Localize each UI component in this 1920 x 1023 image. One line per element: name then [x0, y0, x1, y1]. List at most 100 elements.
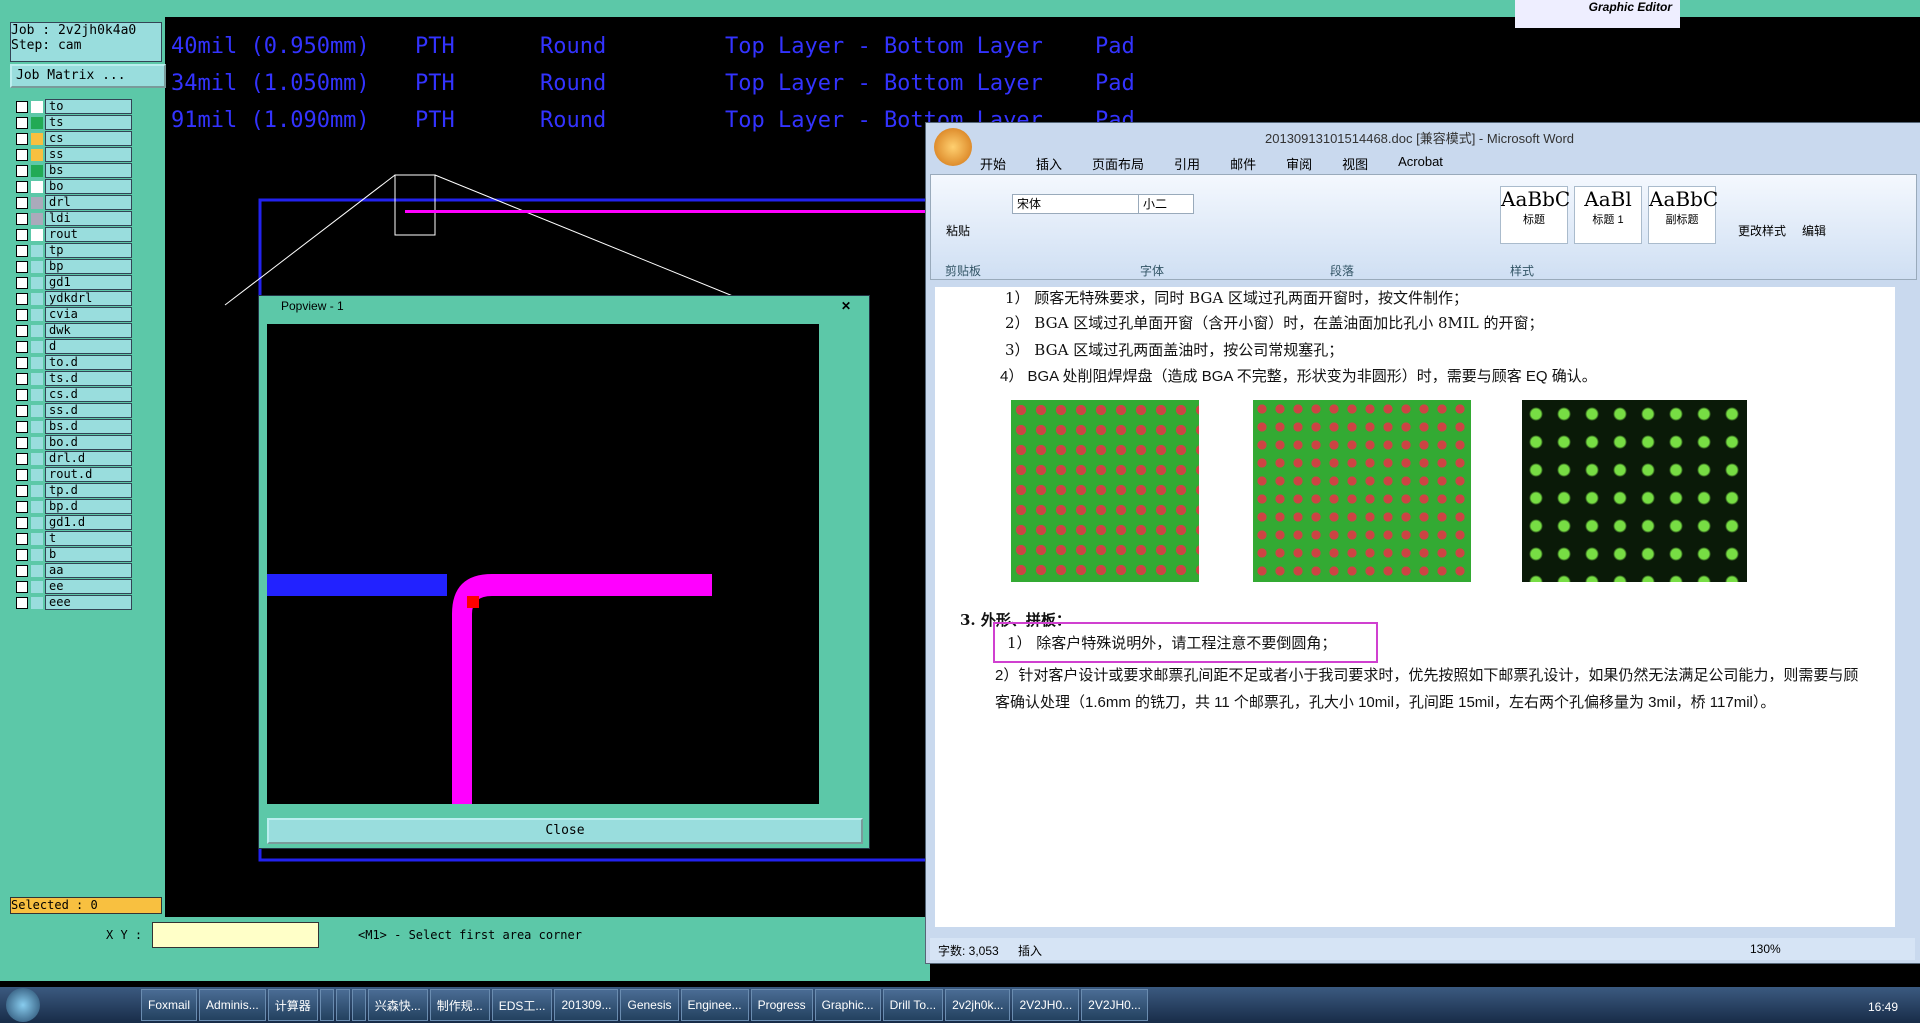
layer-checkbox[interactable]: [16, 196, 28, 209]
ribbon-tab[interactable]: 页面布局: [1092, 154, 1144, 173]
layer-checkbox[interactable]: [16, 324, 28, 337]
change-style-button[interactable]: 更改样式: [1738, 222, 1786, 239]
layer-row[interactable]: rout.d: [12, 467, 132, 482]
layer-row[interactable]: cvia: [12, 307, 132, 322]
layer-checkbox[interactable]: [16, 580, 28, 593]
layer-row[interactable]: d: [12, 339, 132, 354]
popview-close-button[interactable]: Close: [267, 818, 863, 844]
layer-row[interactable]: bp.d: [12, 499, 132, 514]
layer-checkbox[interactable]: [16, 532, 28, 545]
layer-checkbox[interactable]: [16, 436, 28, 449]
clock[interactable]: 16:49: [1868, 1000, 1898, 1014]
taskbar-item[interactable]: 2V2JH0...: [1081, 989, 1148, 1021]
popview-canvas[interactable]: [267, 324, 819, 804]
edit-button[interactable]: 编辑: [1802, 222, 1826, 239]
job-matrix-button[interactable]: Job Matrix ...: [10, 64, 166, 88]
layer-checkbox[interactable]: [16, 372, 28, 385]
layer-checkbox[interactable]: [16, 388, 28, 401]
layer-row[interactable]: tp: [12, 243, 132, 258]
zoom-level[interactable]: 130%: [1750, 942, 1781, 956]
ribbon-tab[interactable]: 邮件: [1230, 154, 1256, 173]
popview-close-icon[interactable]: ✕: [841, 296, 851, 316]
style-item[interactable]: AaBbC 副标题: [1648, 186, 1718, 244]
style-item[interactable]: AaBbC 标题: [1500, 186, 1570, 244]
layer-row[interactable]: gd1: [12, 275, 132, 290]
layer-row[interactable]: bo.d: [12, 435, 132, 450]
layer-row[interactable]: ss: [12, 147, 132, 162]
layer-row[interactable]: cs.d: [12, 387, 132, 402]
layer-row[interactable]: ee: [12, 579, 132, 594]
ribbon-tab[interactable]: 开始: [980, 154, 1006, 173]
taskbar-item[interactable]: [351, 989, 366, 1021]
taskbar-item[interactable]: Enginee...: [680, 989, 749, 1021]
layer-row[interactable]: bp: [12, 259, 132, 274]
layer-row[interactable]: gd1.d: [12, 515, 132, 530]
taskbar-item[interactable]: 2V2JH0...: [1012, 989, 1080, 1021]
layer-row[interactable]: drl: [12, 195, 132, 210]
ribbon-tab[interactable]: 审阅: [1286, 154, 1312, 173]
layer-row[interactable]: bs.d: [12, 419, 132, 434]
layer-row[interactable]: drl.d: [12, 451, 132, 466]
ribbon-tab[interactable]: 插入: [1036, 154, 1062, 173]
layer-row[interactable]: ts.d: [12, 371, 132, 386]
layer-checkbox[interactable]: [16, 308, 28, 321]
layer-row[interactable]: dwk: [12, 323, 132, 338]
layer-row[interactable]: bo: [12, 179, 132, 194]
layer-checkbox[interactable]: [16, 276, 28, 289]
paste-label[interactable]: 粘贴: [946, 222, 970, 239]
layer-row[interactable]: b: [12, 547, 132, 562]
layer-row[interactable]: tp.d: [12, 483, 132, 498]
layer-checkbox[interactable]: [16, 292, 28, 305]
taskbar-item[interactable]: Adminis...: [199, 989, 266, 1021]
layer-row[interactable]: t: [12, 531, 132, 546]
ribbon-tab[interactable]: 引用: [1174, 154, 1200, 173]
layer-row[interactable]: eee: [12, 595, 132, 610]
layer-checkbox[interactable]: [16, 212, 28, 225]
layer-row[interactable]: rout: [12, 227, 132, 242]
taskbar-item[interactable]: 制作规...: [429, 989, 490, 1021]
ribbon-tab[interactable]: Acrobat: [1398, 154, 1443, 173]
insert-mode[interactable]: 插入: [1018, 942, 1042, 959]
layer-checkbox[interactable]: [16, 516, 28, 529]
layer-checkbox[interactable]: [16, 356, 28, 369]
layer-row[interactable]: to.d: [12, 355, 132, 370]
layer-checkbox[interactable]: [16, 548, 28, 561]
layer-checkbox[interactable]: [16, 420, 28, 433]
layer-checkbox[interactable]: [16, 132, 28, 145]
taskbar-item[interactable]: Drill To...: [882, 989, 944, 1021]
layer-checkbox[interactable]: [16, 244, 28, 257]
layer-checkbox[interactable]: [16, 148, 28, 161]
taskbar-item[interactable]: 计算器: [267, 989, 318, 1021]
layer-checkbox[interactable]: [16, 596, 28, 609]
taskbar-item[interactable]: Foxmail: [141, 989, 198, 1021]
layer-checkbox[interactable]: [16, 468, 28, 481]
font-name-box[interactable]: 宋体: [1012, 194, 1140, 214]
office-button[interactable]: [934, 128, 972, 166]
font-size-box[interactable]: 小二: [1138, 194, 1194, 214]
layer-row[interactable]: cs: [12, 131, 132, 146]
layer-row[interactable]: ydkdrl: [12, 291, 132, 306]
xy-input[interactable]: [152, 922, 319, 948]
layer-checkbox[interactable]: [16, 100, 28, 113]
style-item[interactable]: AaBl 标题 1: [1574, 186, 1642, 244]
layer-checkbox[interactable]: [16, 404, 28, 417]
ribbon-tab[interactable]: 视图: [1342, 154, 1368, 173]
layer-row[interactable]: ts: [12, 115, 132, 130]
taskbar-item[interactable]: [319, 989, 334, 1021]
layer-checkbox[interactable]: [16, 452, 28, 465]
taskbar-item[interactable]: EDS工...: [491, 989, 553, 1021]
layer-checkbox[interactable]: [16, 500, 28, 513]
layer-checkbox[interactable]: [16, 164, 28, 177]
taskbar-item[interactable]: [335, 989, 350, 1021]
start-button[interactable]: [6, 988, 40, 1022]
taskbar-item[interactable]: Progress: [750, 989, 813, 1021]
taskbar-item[interactable]: Genesis: [620, 989, 679, 1021]
layer-checkbox[interactable]: [16, 116, 28, 129]
layer-row[interactable]: ss.d: [12, 403, 132, 418]
layer-checkbox[interactable]: [16, 260, 28, 273]
taskbar-item[interactable]: Graphic...: [814, 989, 881, 1021]
taskbar-item[interactable]: 2v2jh0k...: [945, 989, 1011, 1021]
layer-checkbox[interactable]: [16, 340, 28, 353]
layer-checkbox[interactable]: [16, 180, 28, 193]
layer-row[interactable]: to: [12, 99, 132, 114]
